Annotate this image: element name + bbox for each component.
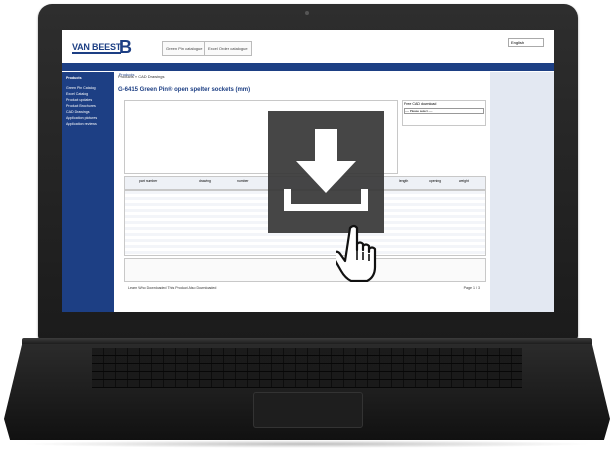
pagination[interactable]: Page 1 / 3 <box>464 286 480 290</box>
footer-text: Learn Who Downloaded This Product Also D… <box>128 286 217 290</box>
free-cad-label: Free CAD download <box>404 102 437 106</box>
sidebar-heading: Products <box>66 76 82 80</box>
sidebar: Products Green Pin Catalog Excel Catalog… <box>62 72 114 312</box>
col-drawing: drawing <box>199 179 211 183</box>
cad-format-select[interactable]: ---- Please select ---- <box>404 108 484 114</box>
laptop-shadow <box>20 440 594 448</box>
col-weight: weight <box>459 179 469 183</box>
col-number: number <box>237 179 249 183</box>
keyboard-rows <box>92 348 522 388</box>
site-header: VAN BEEST B Green Pin catalogue Excel Or… <box>62 30 554 62</box>
page-title: G-6415 Green Pin® open spelter sockets (… <box>118 87 251 93</box>
language-select[interactable]: English <box>508 38 544 47</box>
excel-catalogue-button[interactable]: Excel Order catalogue <box>204 41 252 56</box>
col-opening: opening <box>429 179 442 183</box>
touchpad <box>253 392 363 428</box>
sidebar-item-reviews[interactable]: Application reviews <box>62 121 114 127</box>
main-nav: Home Company Products News & Downloads C… <box>62 63 554 79</box>
download-arrow-shaft <box>315 129 337 163</box>
hand-pointer-icon <box>336 224 377 282</box>
breadcrumb: Products » CAD Drawings <box>118 74 165 79</box>
right-panel <box>490 72 554 312</box>
details-panel <box>124 258 486 282</box>
download-tray-icon <box>284 189 368 211</box>
green-pin-catalogue-button[interactable]: Green Pin catalogue <box>162 41 207 56</box>
col-length: length <box>399 179 409 183</box>
site-logo[interactable]: VAN BEEST <box>72 42 121 54</box>
logo-mark-icon: B <box>119 37 132 57</box>
col-part-number: part number <box>139 179 158 183</box>
download-overlay[interactable] <box>268 111 384 233</box>
webcam <box>305 11 309 15</box>
free-cad-panel: Free CAD download ---- Please select ---… <box>402 100 486 126</box>
